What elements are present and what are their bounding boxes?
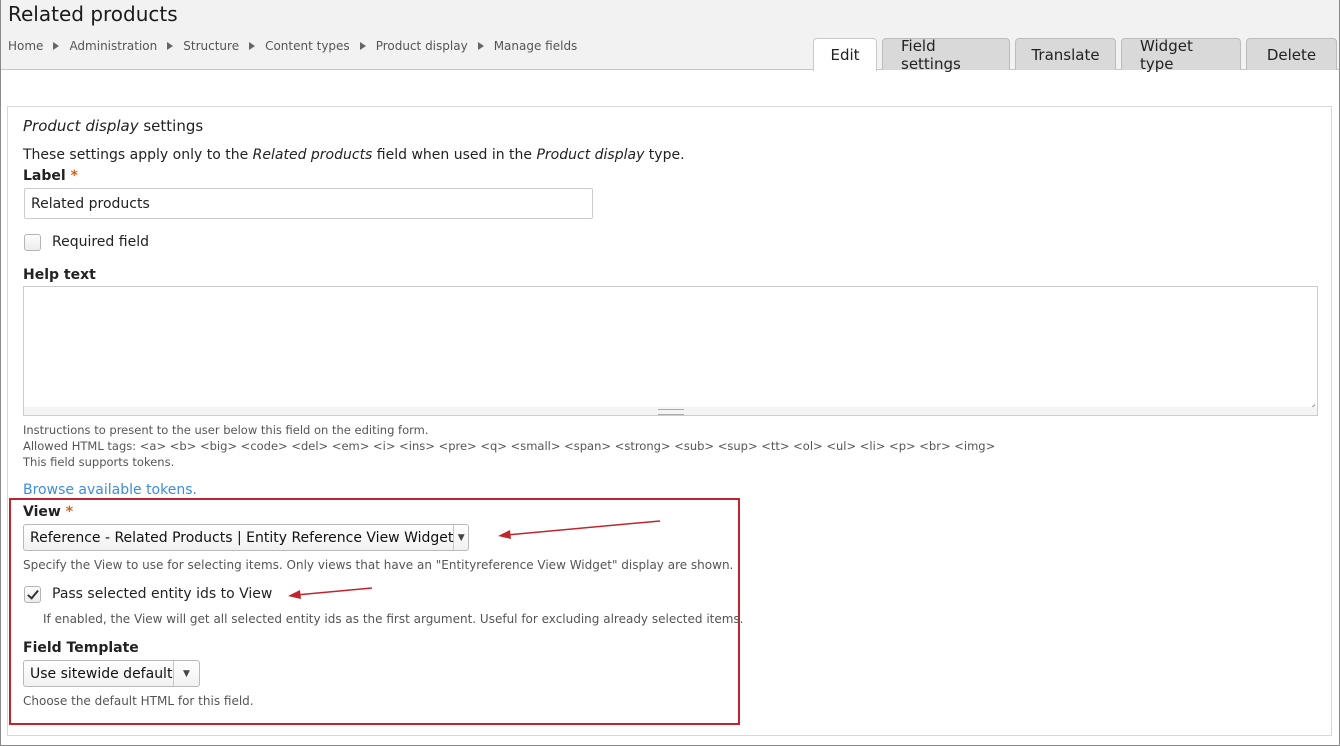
primary-tabs: Edit Field settings Translate Widget typ… [813,37,1340,73]
breadcrumb-separator-icon [359,42,366,50]
desc-prefix: These settings apply only to the [23,147,253,163]
annotation-arrow-icon [288,587,373,599]
breadcrumb-separator-icon [53,42,60,50]
tab-field-settings[interactable]: Field settings [882,37,1010,73]
label-text: Label [23,168,66,184]
field-template-select[interactable]: Use sitewide default ▼ [23,660,200,687]
tab-translate[interactable]: Translate [1015,38,1116,70]
desc-suffix: type. [644,147,685,163]
desc-field: Related products [252,147,373,163]
breadcrumb-separator-icon [477,42,484,50]
view-label: View * [23,504,73,520]
required-field-checkbox[interactable] [24,234,41,251]
desc-mid: field when used in the [372,147,537,163]
help-text-description: Instructions to present to the user belo… [23,423,429,437]
annotation-arrow-icon [498,520,661,539]
pass-entity-ids-label: Pass selected entity ids to View [52,586,273,602]
tab-widget-type[interactable]: Widget type [1121,37,1241,73]
field-template-description: Choose the default HTML for this field. [23,694,254,708]
page-header: Related products Home Administration Str… [1,0,1340,73]
section-title-type: Product display [23,117,139,135]
page-title: Related products [8,2,178,26]
breadcrumb-manage-fields[interactable]: Manage fields [494,39,578,53]
breadcrumb-separator-icon [167,42,174,50]
dropdown-arrow-icon: ▼ [173,661,199,686]
field-template-select-value: Use sitewide default [30,665,173,682]
breadcrumb-content-types[interactable]: Content types [265,39,350,53]
field-template-label: Field Template [23,640,139,656]
view-label-text: View [23,504,61,520]
allowed-html-tags: Allowed HTML tags: <a> <b> <big> <code> … [23,439,996,453]
help-text-textarea[interactable] [23,286,1318,408]
pass-entity-ids-description: If enabled, the View will get all select… [43,612,744,626]
dropdown-arrow-icon: ▼ [453,525,468,550]
tokens-support-note: This field supports tokens. [23,455,175,469]
label-field-label: Label * [23,168,78,184]
section-title: Product display settings [23,117,203,135]
required-field-label: Required field [52,234,149,250]
pass-entity-ids-checkbox[interactable] [24,586,41,603]
breadcrumb-administration[interactable]: Administration [69,39,157,53]
tab-delete[interactable]: Delete [1246,38,1337,70]
browse-tokens-link[interactable]: Browse available tokens. [23,482,197,498]
textarea-resize-icon[interactable] [1306,396,1316,406]
breadcrumb-product-display[interactable]: Product display [376,39,468,53]
breadcrumb-separator-icon [249,42,256,50]
view-description: Specify the View to use for selecting it… [23,558,734,572]
desc-type: Product display [536,147,645,163]
textarea-grippie[interactable] [23,407,1318,416]
view-select[interactable]: Reference - Related Products | Entity Re… [23,524,469,551]
view-select-value: Reference - Related Products | Entity Re… [30,529,454,546]
breadcrumb-structure[interactable]: Structure [183,39,239,53]
label-input[interactable] [24,188,593,219]
required-mark: * [65,504,74,520]
section-description: These settings apply only to the Related… [23,147,685,163]
help-text-label: Help text [23,267,96,283]
tab-edit[interactable]: Edit [813,38,877,71]
breadcrumb: Home Administration Structure Content ty… [8,39,577,53]
section-title-suffix: settings [138,117,204,135]
required-mark: * [70,168,78,184]
breadcrumb-home[interactable]: Home [8,39,43,53]
